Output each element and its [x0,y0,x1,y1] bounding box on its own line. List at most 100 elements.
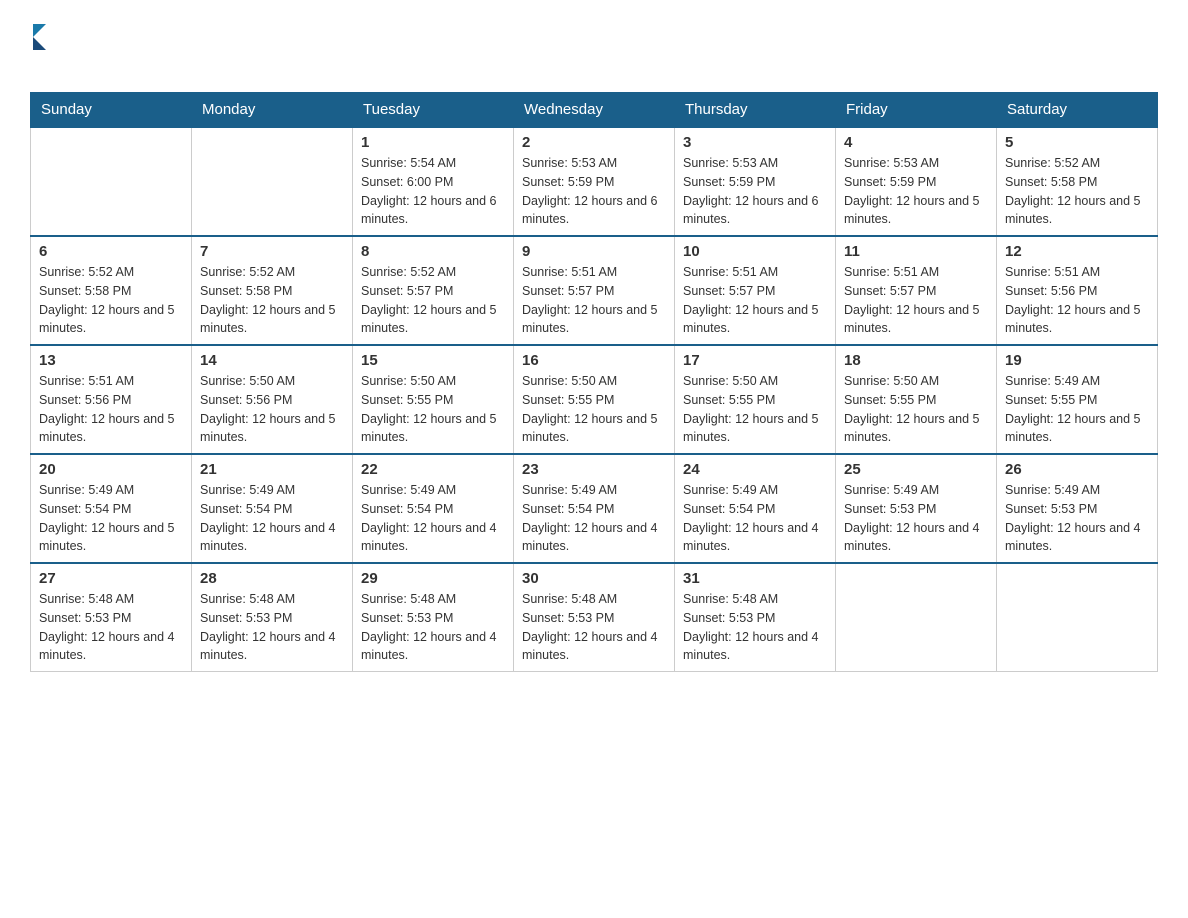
calendar-cell: 9 Sunrise: 5:51 AMSunset: 5:57 PMDaylight… [514,236,675,345]
day-number: 7 [200,243,344,260]
day-number: 31 [683,570,827,587]
day-info: Sunrise: 5:49 AMSunset: 5:54 PMDaylight:… [39,481,183,556]
calendar-cell: 4 Sunrise: 5:53 AMSunset: 5:59 PMDaylight… [836,127,997,236]
calendar-day-header-tuesday: Tuesday [353,93,514,128]
calendar-cell [192,127,353,236]
day-info: Sunrise: 5:50 AMSunset: 5:56 PMDaylight:… [200,372,344,447]
day-number: 15 [361,352,505,369]
day-info: Sunrise: 5:50 AMSunset: 5:55 PMDaylight:… [844,372,988,447]
day-number: 16 [522,352,666,369]
calendar-cell: 27 Sunrise: 5:48 AMSunset: 5:53 PMDayligh… [31,563,192,672]
day-number: 28 [200,570,344,587]
day-info: Sunrise: 5:49 AMSunset: 5:54 PMDaylight:… [200,481,344,556]
calendar-cell: 6 Sunrise: 5:52 AMSunset: 5:58 PMDaylight… [31,236,192,345]
day-info: Sunrise: 5:50 AMSunset: 5:55 PMDaylight:… [522,372,666,447]
day-info: Sunrise: 5:48 AMSunset: 5:53 PMDaylight:… [200,590,344,665]
calendar-header-row: SundayMondayTuesdayWednesdayThursdayFrid… [31,93,1158,128]
day-number: 2 [522,134,666,151]
day-number: 12 [1005,243,1149,260]
calendar-cell: 20 Sunrise: 5:49 AMSunset: 5:54 PMDayligh… [31,454,192,563]
day-info: Sunrise: 5:52 AMSunset: 5:57 PMDaylight:… [361,263,505,338]
day-info: Sunrise: 5:48 AMSunset: 5:53 PMDaylight:… [683,590,827,665]
day-info: Sunrise: 5:48 AMSunset: 5:53 PMDaylight:… [361,590,505,665]
calendar-day-header-saturday: Saturday [997,93,1158,128]
day-info: Sunrise: 5:51 AMSunset: 5:56 PMDaylight:… [39,372,183,447]
day-number: 22 [361,461,505,478]
day-number: 14 [200,352,344,369]
day-number: 8 [361,243,505,260]
day-number: 30 [522,570,666,587]
calendar-cell: 13 Sunrise: 5:51 AMSunset: 5:56 PMDayligh… [31,345,192,454]
calendar-cell: 28 Sunrise: 5:48 AMSunset: 5:53 PMDayligh… [192,563,353,672]
calendar-week-row-1: 6 Sunrise: 5:52 AMSunset: 5:58 PMDaylight… [31,236,1158,345]
day-number: 19 [1005,352,1149,369]
calendar-day-header-wednesday: Wednesday [514,93,675,128]
day-number: 11 [844,243,988,260]
calendar-cell [31,127,192,236]
day-info: Sunrise: 5:49 AMSunset: 5:55 PMDaylight:… [1005,372,1149,447]
calendar-week-row-3: 20 Sunrise: 5:49 AMSunset: 5:54 PMDayligh… [31,454,1158,563]
calendar-day-header-thursday: Thursday [675,93,836,128]
day-info: Sunrise: 5:51 AMSunset: 5:56 PMDaylight:… [1005,263,1149,338]
day-number: 23 [522,461,666,478]
calendar-day-header-monday: Monday [192,93,353,128]
calendar-cell: 15 Sunrise: 5:50 AMSunset: 5:55 PMDayligh… [353,345,514,454]
day-info: Sunrise: 5:49 AMSunset: 5:54 PMDaylight:… [683,481,827,556]
day-number: 6 [39,243,183,260]
calendar-cell: 22 Sunrise: 5:49 AMSunset: 5:54 PMDayligh… [353,454,514,563]
calendar-cell: 5 Sunrise: 5:52 AMSunset: 5:58 PMDaylight… [997,127,1158,236]
calendar-cell: 26 Sunrise: 5:49 AMSunset: 5:53 PMDayligh… [997,454,1158,563]
day-info: Sunrise: 5:51 AMSunset: 5:57 PMDaylight:… [522,263,666,338]
day-number: 25 [844,461,988,478]
calendar-cell: 19 Sunrise: 5:49 AMSunset: 5:55 PMDayligh… [997,345,1158,454]
calendar-cell: 1Sunrise: 5:54 AMSunset: 6:00 PMDaylight… [353,127,514,236]
day-info: Sunrise: 5:49 AMSunset: 5:53 PMDaylight:… [1005,481,1149,556]
day-number: 26 [1005,461,1149,478]
day-info: Sunrise: 5:53 AMSunset: 5:59 PMDaylight:… [522,154,666,229]
calendar-cell [997,563,1158,672]
calendar-cell: 11 Sunrise: 5:51 AMSunset: 5:57 PMDayligh… [836,236,997,345]
calendar-cell: 25Sunrise: 5:49 AMSunset: 5:53 PMDayligh… [836,454,997,563]
day-info: Sunrise: 5:48 AMSunset: 5:53 PMDaylight:… [39,590,183,665]
day-number: 29 [361,570,505,587]
calendar-cell: 30Sunrise: 5:48 AMSunset: 5:53 PMDayligh… [514,563,675,672]
day-info: Sunrise: 5:54 AMSunset: 6:00 PMDaylight:… [361,154,505,229]
day-info: Sunrise: 5:53 AMSunset: 5:59 PMDaylight:… [844,154,988,229]
calendar-week-row-2: 13 Sunrise: 5:51 AMSunset: 5:56 PMDayligh… [31,345,1158,454]
calendar-cell: 14 Sunrise: 5:50 AMSunset: 5:56 PMDayligh… [192,345,353,454]
day-number: 21 [200,461,344,478]
calendar-cell: 12 Sunrise: 5:51 AMSunset: 5:56 PMDayligh… [997,236,1158,345]
calendar-cell: 17Sunrise: 5:50 AMSunset: 5:55 PMDayligh… [675,345,836,454]
calendar-cell: 16 Sunrise: 5:50 AMSunset: 5:55 PMDayligh… [514,345,675,454]
calendar-cell [836,563,997,672]
calendar-cell: 24Sunrise: 5:49 AMSunset: 5:54 PMDayligh… [675,454,836,563]
day-number: 5 [1005,134,1149,151]
page-header [30,20,1158,82]
calendar-week-row-4: 27 Sunrise: 5:48 AMSunset: 5:53 PMDayligh… [31,563,1158,672]
day-info: Sunrise: 5:50 AMSunset: 5:55 PMDaylight:… [683,372,827,447]
day-number: 10 [683,243,827,260]
day-number: 9 [522,243,666,260]
day-number: 4 [844,134,988,151]
day-info: Sunrise: 5:52 AMSunset: 5:58 PMDaylight:… [39,263,183,338]
day-info: Sunrise: 5:52 AMSunset: 5:58 PMDaylight:… [1005,154,1149,229]
day-info: Sunrise: 5:50 AMSunset: 5:55 PMDaylight:… [361,372,505,447]
calendar-week-row-0: 1Sunrise: 5:54 AMSunset: 6:00 PMDaylight… [31,127,1158,236]
day-number: 18 [844,352,988,369]
calendar-cell: 3 Sunrise: 5:53 AMSunset: 5:59 PMDaylight… [675,127,836,236]
day-info: Sunrise: 5:53 AMSunset: 5:59 PMDaylight:… [683,154,827,229]
day-number: 3 [683,134,827,151]
day-number: 27 [39,570,183,587]
calendar-cell: 10Sunrise: 5:51 AMSunset: 5:57 PMDayligh… [675,236,836,345]
calendar-cell: 21 Sunrise: 5:49 AMSunset: 5:54 PMDayligh… [192,454,353,563]
day-info: Sunrise: 5:49 AMSunset: 5:54 PMDaylight:… [522,481,666,556]
logo [30,20,46,82]
day-info: Sunrise: 5:49 AMSunset: 5:54 PMDaylight:… [361,481,505,556]
calendar-cell: 2 Sunrise: 5:53 AMSunset: 5:59 PMDaylight… [514,127,675,236]
day-number: 20 [39,461,183,478]
day-info: Sunrise: 5:51 AMSunset: 5:57 PMDaylight:… [844,263,988,338]
calendar-table: SundayMondayTuesdayWednesdayThursdayFrid… [30,92,1158,672]
calendar-cell: 31 Sunrise: 5:48 AMSunset: 5:53 PMDayligh… [675,563,836,672]
day-number: 13 [39,352,183,369]
calendar-cell: 8 Sunrise: 5:52 AMSunset: 5:57 PMDaylight… [353,236,514,345]
